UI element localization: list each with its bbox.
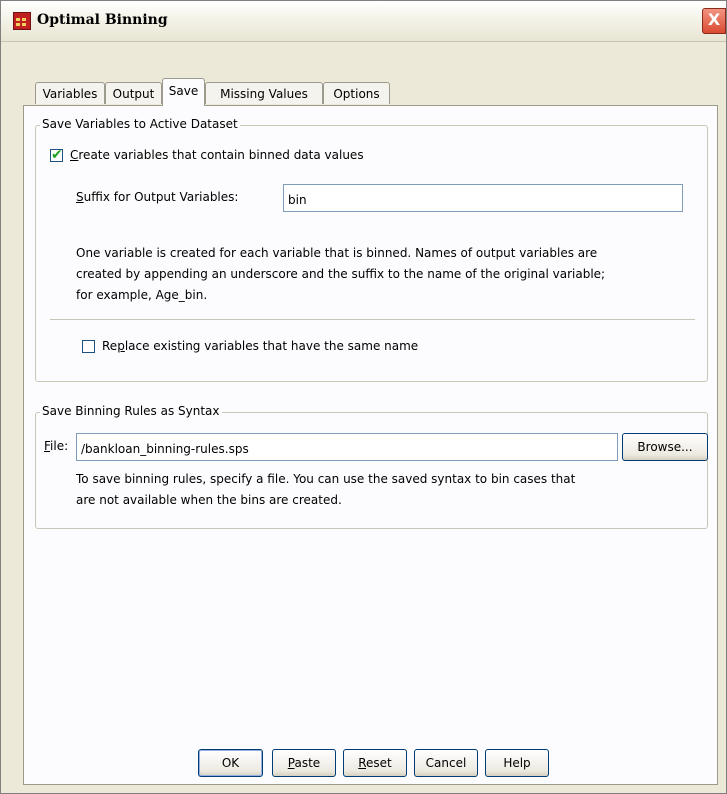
tab-variables[interactable]: Variables	[35, 82, 105, 104]
cancel-button[interactable]: Cancel	[414, 749, 478, 777]
tab-save[interactable]: Save	[162, 78, 205, 106]
create-variables-option[interactable]: ✔ Create variables that contain binned d…	[50, 146, 364, 163]
close-button[interactable]: X	[702, 8, 726, 34]
window-title: Optimal Binning	[37, 12, 168, 28]
create-variables-checkbox[interactable]: ✔	[50, 146, 63, 163]
tab-missing-values[interactable]: Missing Values	[205, 82, 323, 104]
paste-button[interactable]: Paste	[272, 749, 336, 777]
replace-variables-checkbox[interactable]	[82, 339, 95, 353]
tab-options[interactable]: Options	[323, 82, 390, 104]
optimal-binning-dialog: Optimal Binning X Variables Output Save …	[0, 0, 727, 794]
suffix-label: Suffix for Output Variables:	[76, 190, 239, 204]
close-icon: X	[707, 10, 721, 29]
ok-button[interactable]: OK	[198, 749, 263, 777]
title-bar[interactable]: Optimal Binning X	[1, 1, 726, 42]
replace-variables-option[interactable]: Replace existing variables that have the…	[82, 339, 418, 353]
browse-button[interactable]: Browse...	[622, 433, 708, 461]
save-variables-group: Save Variables to Active Dataset ✔ Creat…	[35, 117, 708, 382]
checkmark-icon: ✔	[51, 146, 63, 163]
suffix-input[interactable]: bin	[283, 184, 683, 212]
reset-button[interactable]: Reset	[343, 749, 407, 777]
separator	[50, 319, 695, 320]
file-label: File:	[44, 439, 69, 453]
tab-output[interactable]: Output	[105, 82, 162, 104]
save-rules-group: Save Binning Rules as Syntax File: /bank…	[35, 404, 708, 529]
save-variables-description: One variable is created for each variabl…	[76, 246, 606, 302]
file-path-input[interactable]: /bankloan_binning-rules.sps	[76, 433, 618, 461]
help-button[interactable]: Help	[485, 749, 549, 777]
replace-variables-label: Replace existing variables that have the…	[102, 339, 419, 353]
save-rules-description: To save binning rules, specify a file. Y…	[76, 472, 576, 507]
save-tab-panel: Save Variables to Active Dataset ✔ Creat…	[23, 105, 718, 785]
create-variables-label: Create variables that contain binned dat…	[70, 148, 364, 162]
save-variables-group-title: Save Variables to Active Dataset	[40, 117, 240, 131]
save-rules-group-title: Save Binning Rules as Syntax	[40, 404, 222, 418]
table-icon	[13, 12, 31, 30]
